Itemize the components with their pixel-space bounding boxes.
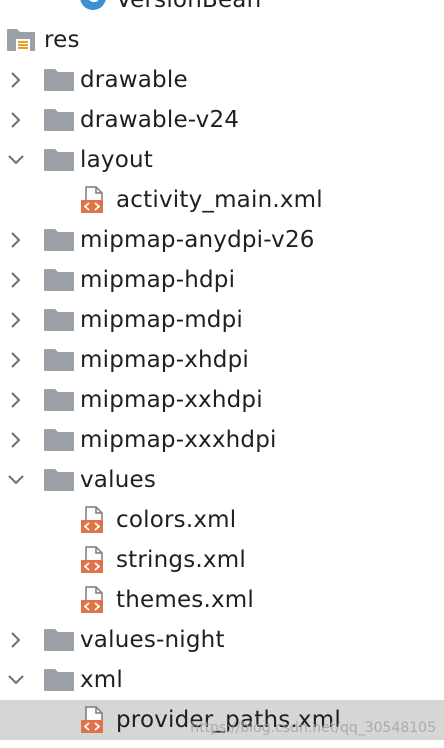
tree-row-res[interactable]: res — [0, 20, 444, 60]
tree-row-label: strings.xml — [116, 547, 246, 573]
tree-row-mipmap-hdpi[interactable]: mipmap-hdpi — [0, 260, 444, 300]
folder-icon — [44, 469, 74, 491]
tree-row-activity-main-xml[interactable]: activity_main.xml — [0, 180, 444, 220]
chevron-right-icon[interactable] — [6, 230, 26, 250]
tree-row-label: values — [80, 467, 157, 493]
folder-icon — [44, 429, 74, 451]
chevron-down-icon[interactable] — [6, 470, 26, 490]
chevron-right-icon[interactable] — [6, 110, 26, 130]
xml-file-icon — [81, 586, 103, 613]
tree-row-mipmap-xxxhdpi[interactable]: mipmap-xxxhdpi — [0, 420, 444, 460]
tree-row-label: xml — [80, 667, 124, 693]
chevron-right-icon[interactable] — [6, 310, 26, 330]
folder-icon — [44, 269, 74, 291]
folder-icon — [44, 149, 74, 171]
folder-icon — [44, 389, 74, 411]
tree-row-label: themes.xml — [116, 587, 255, 613]
chevron-down-icon[interactable] — [6, 670, 26, 690]
tree-row-versionbean[interactable]: C VersionBean — [0, 0, 444, 20]
chevron-down-icon[interactable] — [6, 150, 26, 170]
chevron-right-icon[interactable] — [6, 270, 26, 290]
chevron-right-icon[interactable] — [6, 390, 26, 410]
chevron-right-icon[interactable] — [6, 70, 26, 90]
chevron-right-icon[interactable] — [6, 430, 26, 450]
tree-row-label: colors.xml — [116, 507, 237, 533]
tree-row-label: activity_main.xml — [116, 187, 323, 213]
tree-row-values[interactable]: values — [0, 460, 444, 500]
tree-row-xml[interactable]: xml — [0, 660, 444, 700]
class-c-icon: C — [80, 0, 106, 10]
folder-icon — [44, 229, 74, 251]
tree-row-strings-xml[interactable]: strings.xml — [0, 540, 444, 580]
tree-row-label: mipmap-xhdpi — [80, 347, 249, 373]
folder-icon — [44, 69, 74, 91]
watermark: https://blog.csdn.net/qq_30548105 — [190, 720, 436, 736]
folder-icon — [44, 109, 74, 131]
tree-row-label: values-night — [80, 627, 225, 653]
folder-icon — [44, 669, 74, 691]
xml-file-icon — [81, 546, 103, 573]
folder-icon — [44, 629, 74, 651]
chevron-right-icon[interactable] — [6, 350, 26, 370]
folder-icon — [44, 349, 74, 371]
tree-row-mipmap-xhdpi[interactable]: mipmap-xhdpi — [0, 340, 444, 380]
tree-row-label: mipmap-hdpi — [80, 267, 236, 293]
tree-row-drawable-v24[interactable]: drawable-v24 — [0, 100, 444, 140]
tree-row-mipmap-mdpi[interactable]: mipmap-mdpi — [0, 300, 444, 340]
tree-row-colors-xml[interactable]: colors.xml — [0, 500, 444, 540]
chevron-right-icon[interactable] — [6, 630, 26, 650]
tree-row-label: layout — [80, 147, 153, 173]
resource-root-icon — [7, 29, 35, 51]
tree-row-values-night[interactable]: values-night — [0, 620, 444, 660]
tree-row-label: drawable-v24 — [80, 107, 240, 133]
tree-row-mipmap-xxhdpi[interactable]: mipmap-xxhdpi — [0, 380, 444, 420]
tree-row-mipmap-anydpi-v26[interactable]: mipmap-anydpi-v26 — [0, 220, 444, 260]
xml-file-icon — [81, 186, 103, 213]
tree-row-label: VersionBean — [116, 0, 262, 13]
project-tree: C VersionBean res drawable drawable-v24 la… — [0, 0, 444, 748]
tree-row-layout[interactable]: layout — [0, 140, 444, 180]
tree-row-label: drawable — [80, 67, 188, 93]
xml-file-icon — [81, 506, 103, 533]
tree-row-themes-xml[interactable]: themes.xml — [0, 580, 444, 620]
tree-row-label: res — [44, 27, 80, 53]
folder-icon — [44, 309, 74, 331]
tree-row-label: mipmap-anydpi-v26 — [80, 227, 315, 253]
tree-row-label: mipmap-mdpi — [80, 307, 243, 333]
tree-row-drawable[interactable]: drawable — [0, 60, 444, 100]
tree-row-label: mipmap-xxxhdpi — [80, 427, 277, 453]
xml-file-icon — [81, 706, 103, 733]
tree-row-label: mipmap-xxhdpi — [80, 387, 263, 413]
